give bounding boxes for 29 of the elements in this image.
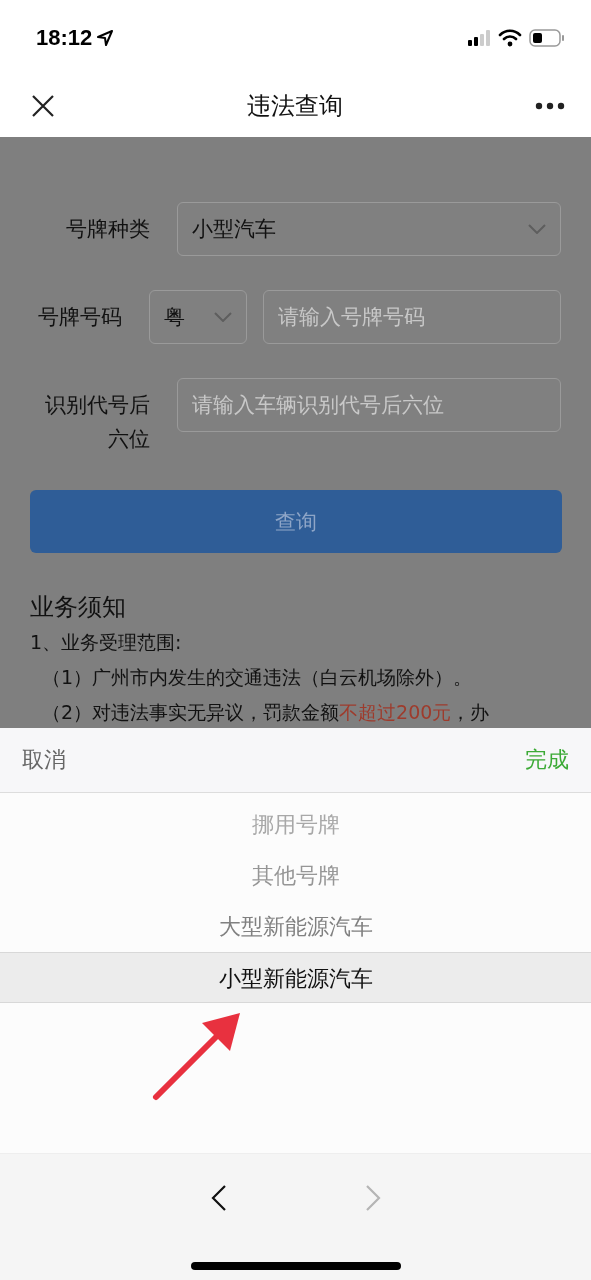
picker-option[interactable]: 小型新能源汽车: [0, 952, 591, 1003]
query-button[interactable]: 查询: [30, 490, 562, 553]
location-arrow-icon: [96, 28, 115, 47]
more-icon[interactable]: [535, 102, 565, 110]
picker-option[interactable]: 其他号牌: [0, 850, 591, 901]
page-title: 违法查询: [247, 91, 343, 122]
field-label: 号牌号码: [37, 304, 122, 331]
back-icon[interactable]: [210, 1184, 227, 1212]
field-label: 号牌种类: [65, 216, 150, 243]
notice-text: （1）广州市内发生的交通违法（白云机场除外）。: [42, 665, 474, 690]
done-button[interactable]: 完成: [525, 745, 569, 775]
cancel-button[interactable]: 取消: [22, 745, 66, 775]
battery-icon: [529, 28, 565, 47]
plate-number-field[interactable]: 请输入号牌号码: [263, 290, 561, 344]
province-select[interactable]: 粤: [149, 290, 247, 344]
notice-title: 业务须知: [30, 592, 127, 623]
status-time: 18:12: [36, 24, 93, 51]
vin-field[interactable]: 请输入车辆识别代号后六位: [177, 378, 561, 432]
notice-text: （2）对违法事实无异议，罚款金额不超过200元，办: [42, 700, 491, 725]
chevron-down-icon: [528, 224, 546, 234]
plate-type-select[interactable]: 小型汽车: [177, 202, 561, 256]
notice-text: 1、业务受理范围:: [30, 630, 183, 655]
chevron-down-icon: [214, 312, 232, 322]
wifi-icon: [498, 28, 522, 47]
picker-option[interactable]: 大型新能源汽车: [0, 901, 591, 952]
picker-option[interactable]: 挪用号牌: [0, 799, 591, 850]
field-label: 识别代号后六位: [44, 392, 150, 453]
signal-icon: [467, 29, 491, 46]
close-icon[interactable]: [31, 94, 55, 118]
